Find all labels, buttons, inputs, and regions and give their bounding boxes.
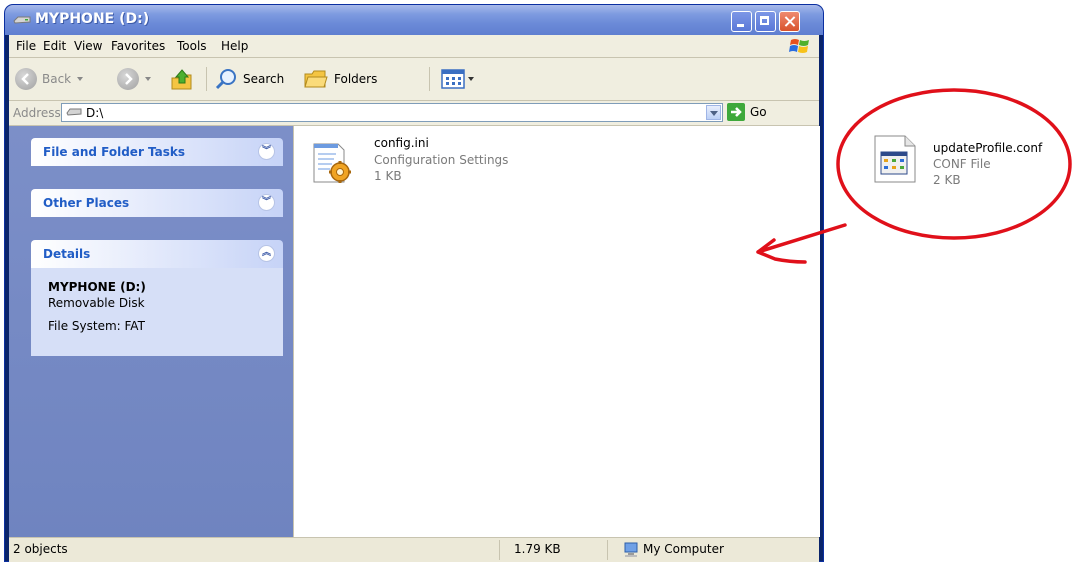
annotation-arrow — [756, 223, 847, 264]
annotation-file-size: 2 KB — [933, 173, 961, 187]
annotation-overlay — [756, 88, 1072, 264]
annotation-file-type: CONF File — [933, 157, 991, 171]
annotation-file-name: updateProfile.conf — [933, 141, 1043, 155]
conf-file-icon — [874, 135, 916, 183]
